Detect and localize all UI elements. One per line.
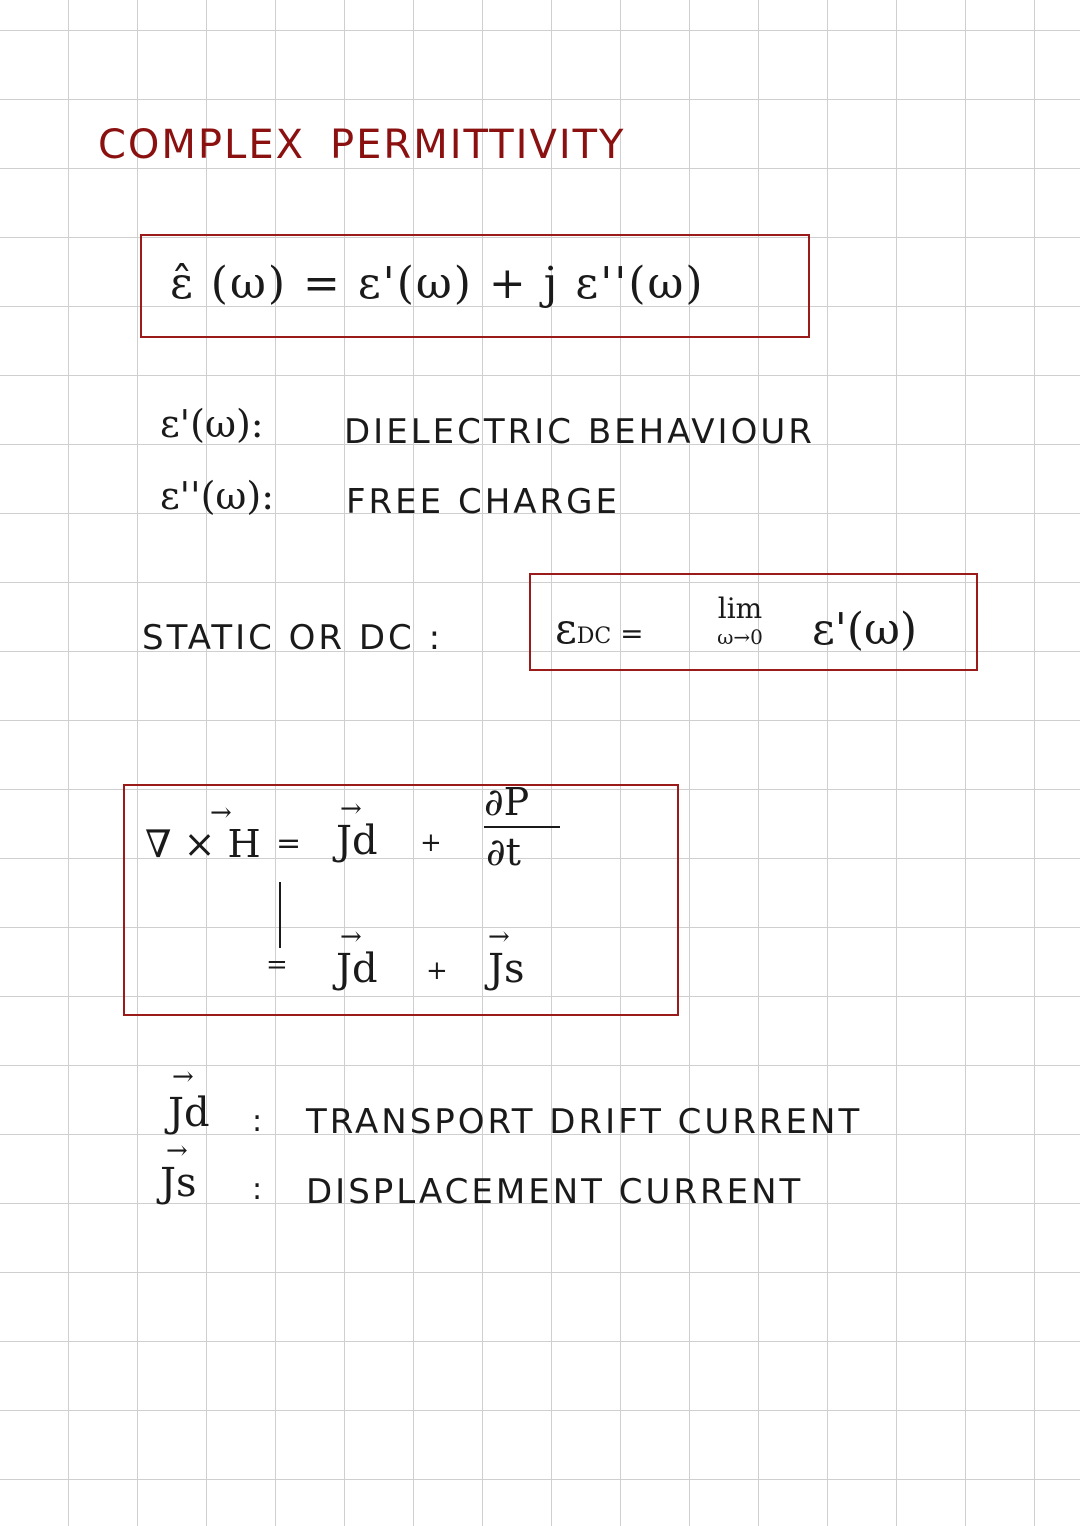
eps-dc-subscript: DC [576, 624, 612, 649]
current-jd-symbol: Jd [168, 1090, 210, 1136]
colon-2: : [252, 1172, 263, 1207]
vector-arrow-jd-2: → [340, 922, 362, 952]
maxwell-plus: + [420, 828, 442, 858]
vertical-equals-line [279, 882, 281, 948]
jd-term: Jd [336, 818, 378, 864]
eps-real-limit: ε'(ω) [812, 604, 918, 655]
jd-term-2: Jd [336, 946, 378, 992]
current-jd-text: TRANSPORT DRIFT CURRENT [306, 1102, 863, 1142]
curl-h: ∇ × H [145, 822, 261, 866]
vector-arrow-h: → [210, 798, 232, 828]
def-real-symbol: ε'(ω): [160, 402, 264, 446]
eps-dc-symbol: εDC = [555, 604, 644, 653]
js-term: Js [488, 946, 525, 992]
title-complex: COMPLEX [98, 122, 306, 168]
vector-arrow-jd-3: → [172, 1062, 194, 1092]
notebook-page: COMPLEX PERMITTIVITY ε̂ (ω) = ε'(ω) + j … [0, 0, 1080, 1526]
current-js-symbol: Js [160, 1160, 197, 1206]
def-imag-text: FREE CHARGE [346, 482, 620, 522]
colon-1: : [252, 1104, 263, 1139]
curl-h-text: ∇ × H [145, 822, 261, 866]
maxwell-box [123, 784, 679, 1016]
maxwell-equals: = [276, 826, 302, 861]
line2-plus: + [426, 956, 448, 986]
def-real-text: DIELECTRIC BEHAVIOUR [344, 412, 815, 452]
complex-permittivity-equation: ε̂ (ω) = ε'(ω) + j ε''(ω) [170, 258, 705, 309]
title-permittivity: PERMITTIVITY [330, 122, 626, 168]
limit-operator: lim ω→0 [694, 592, 786, 649]
equals-sign: = [266, 950, 288, 980]
dP-numerator: ∂P [484, 780, 530, 824]
vector-arrow-js-2: → [166, 1136, 188, 1166]
vector-arrow-js: → [488, 922, 510, 952]
current-js-text: DISPLACEMENT CURRENT [306, 1172, 804, 1212]
fraction-bar [484, 826, 560, 828]
limit-bottom: ω→0 [717, 625, 763, 649]
def-imag-symbol: ε''(ω): [160, 474, 275, 518]
vector-arrow-jd: → [340, 794, 362, 824]
eps-dc-lhs: ε [555, 604, 577, 653]
static-dc-label: STATIC OR DC : [142, 618, 444, 658]
dt-denominator: ∂t [486, 830, 521, 874]
limit-top: lim [717, 592, 763, 625]
